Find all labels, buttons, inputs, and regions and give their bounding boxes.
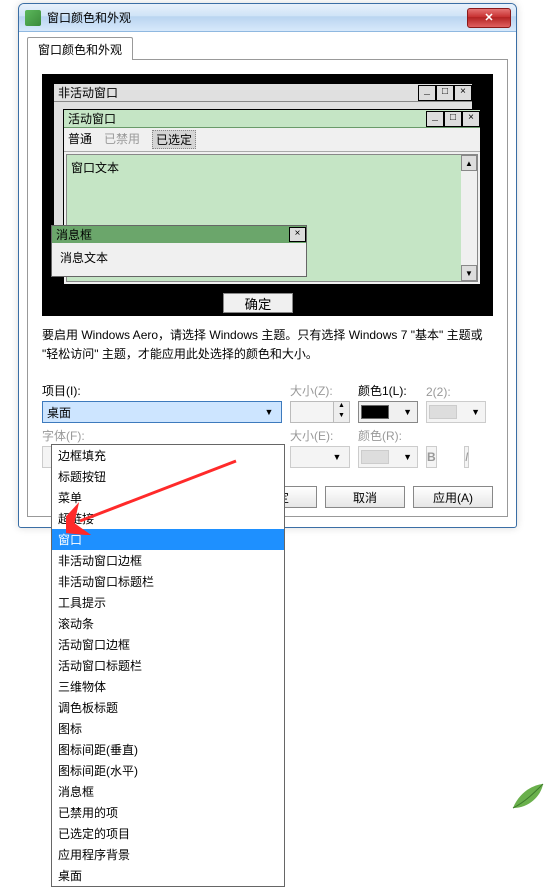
- chevron-down-icon: ▼: [261, 407, 277, 417]
- dropdown-item[interactable]: 消息框: [52, 781, 284, 802]
- dropdown-item[interactable]: 标题按钮: [52, 466, 284, 487]
- dropdown-item[interactable]: 图标间距(水平): [52, 760, 284, 781]
- dropdown-item[interactable]: 菜单: [52, 487, 284, 508]
- preview-msgbox-titlebar: 消息框 ×: [52, 226, 306, 243]
- dropdown-item[interactable]: 已禁用的项: [52, 802, 284, 823]
- apply-button[interactable]: 应用(A): [413, 486, 493, 508]
- label-font: 字体(F):: [42, 427, 282, 444]
- label-size-z: 大小(Z):: [290, 382, 350, 399]
- preview-msgbox-body: 消息文本: [52, 243, 306, 276]
- dropdown-item[interactable]: 三维物体: [52, 676, 284, 697]
- scroll-down-icon: ▼: [461, 265, 477, 281]
- dropdown-item[interactable]: 边框填充: [52, 445, 284, 466]
- cancel-button[interactable]: 取消: [325, 486, 405, 508]
- color2-button: ▼: [426, 401, 486, 423]
- dropdown-item[interactable]: 活动窗口边框: [52, 634, 284, 655]
- chevron-down-icon: ▼: [400, 452, 415, 462]
- color-r-swatch: [361, 450, 389, 464]
- item-combo[interactable]: 桌面 ▼: [42, 401, 282, 423]
- maximize-icon: □: [444, 111, 462, 127]
- preview-inactive-title: 非活动窗口: [58, 84, 118, 101]
- size-z-input[interactable]: ▲▼: [290, 401, 350, 423]
- preview-messagebox: 消息框 × 消息文本: [51, 225, 307, 277]
- app-icon: [25, 10, 41, 26]
- titlebar[interactable]: 窗口颜色和外观 ✕: [19, 4, 516, 32]
- item-dropdown-list[interactable]: 边框填充标题按钮菜单超链接窗口非活动窗口边框非活动窗口标题栏工具提示滚动条活动窗…: [51, 444, 285, 887]
- label-color1: 颜色1(L):: [358, 382, 418, 399]
- dropdown-item[interactable]: 活动窗口标题栏: [52, 655, 284, 676]
- close-icon: ✕: [484, 11, 493, 24]
- minimize-icon: _: [418, 85, 436, 101]
- dropdown-item[interactable]: 桌面: [52, 865, 284, 886]
- size-e-combo: ▼: [290, 446, 350, 468]
- preview-pane: 非活动窗口 _ □ × 活动窗口 _ □: [42, 74, 493, 316]
- chevron-down-icon: ▼: [400, 407, 415, 417]
- preview-menu-normal: 普通: [68, 130, 92, 149]
- dropdown-item[interactable]: 超链接: [52, 508, 284, 529]
- preview-scrollbar: ▲ ▼: [461, 155, 477, 281]
- dropdown-item[interactable]: 滚动条: [52, 613, 284, 634]
- window-title: 窗口颜色和外观: [47, 9, 467, 26]
- close-icon: ×: [454, 85, 472, 101]
- dropdown-item[interactable]: 已选定的项目: [52, 823, 284, 844]
- color1-swatch: [361, 405, 389, 419]
- dropdown-item[interactable]: 工具提示: [52, 592, 284, 613]
- preview-inactive-titlebar: 非活动窗口 _ □ ×: [54, 84, 472, 102]
- dropdown-item[interactable]: 窗口: [52, 529, 284, 550]
- minimize-icon: _: [426, 111, 444, 127]
- label-color2: 2(2):: [426, 385, 486, 399]
- tab-strip: 窗口颜色和外观: [27, 36, 508, 60]
- preview-menu-disabled: 已禁用: [104, 130, 140, 149]
- dropdown-item[interactable]: 应用程序背景: [52, 844, 284, 865]
- close-icon: ×: [462, 111, 480, 127]
- dropdown-item[interactable]: 图标间距(垂直): [52, 739, 284, 760]
- dropdown-item[interactable]: 非活动窗口标题栏: [52, 571, 284, 592]
- preview-active-titlebar: 活动窗口 _ □ ×: [64, 110, 480, 128]
- preview-window-text: 窗口文本: [71, 161, 119, 175]
- watermark-leaf-icon: [511, 782, 545, 817]
- preview-msgbox-text: 消息文本: [60, 251, 108, 265]
- preview-active-buttons: _ □ ×: [426, 111, 480, 127]
- item-row: 项目(I): 桌面 ▼ 大小(Z): ▲▼ 颜色1(L):: [42, 382, 493, 423]
- spin-up-icon[interactable]: ▲: [334, 402, 349, 412]
- bold-button: B: [426, 446, 437, 468]
- item-combo-value: 桌面: [47, 404, 71, 421]
- preview-inactive-buttons: _ □ ×: [418, 85, 472, 101]
- color1-button[interactable]: ▼: [358, 401, 418, 423]
- color-r-button: ▼: [358, 446, 418, 468]
- preview-active-title: 活动窗口: [68, 110, 116, 127]
- close-button[interactable]: ✕: [467, 8, 511, 28]
- preview-menu-selected: 已选定: [152, 130, 196, 149]
- label-item: 项目(I):: [42, 382, 282, 399]
- tab-label: 窗口颜色和外观: [38, 43, 122, 57]
- italic-button: I: [464, 446, 469, 468]
- spin-down-icon[interactable]: ▼: [334, 412, 349, 422]
- preview-msgbox-title: 消息框: [56, 226, 92, 243]
- color2-swatch: [429, 405, 457, 419]
- info-text: 要启用 Windows Aero，请选择 Windows 主题。只有选择 Win…: [42, 326, 493, 364]
- chevron-down-icon: ▼: [329, 452, 345, 462]
- scroll-up-icon: ▲: [461, 155, 477, 171]
- label-size-e: 大小(E):: [290, 427, 350, 444]
- tab-appearance[interactable]: 窗口颜色和外观: [27, 37, 133, 60]
- dropdown-item[interactable]: 调色板标题: [52, 697, 284, 718]
- chevron-down-icon: ▼: [468, 407, 483, 417]
- label-color-r: 颜色(R):: [358, 427, 418, 444]
- dropdown-item[interactable]: 非活动窗口边框: [52, 550, 284, 571]
- preview-ok-button: 确定: [223, 293, 293, 313]
- preview-menu: 普通 已禁用 已选定: [64, 128, 480, 152]
- close-icon: ×: [289, 227, 306, 242]
- maximize-icon: □: [436, 85, 454, 101]
- dropdown-item[interactable]: 图标: [52, 718, 284, 739]
